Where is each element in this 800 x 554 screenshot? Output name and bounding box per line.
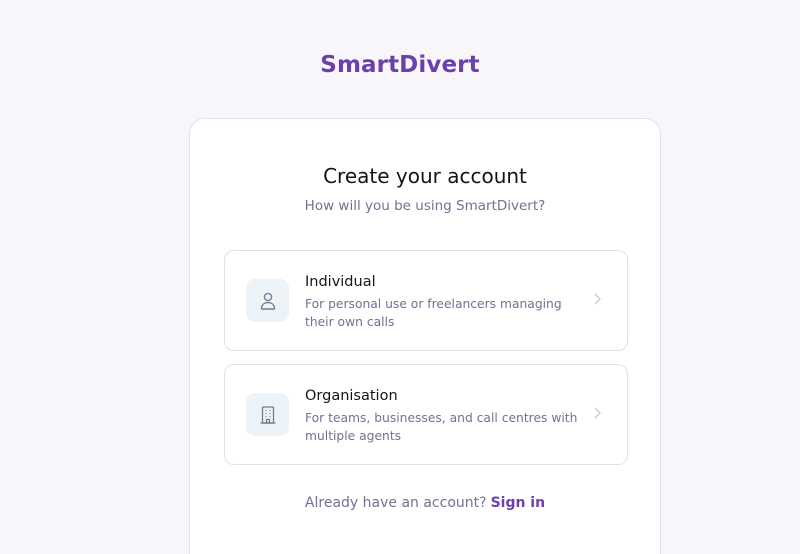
signup-card: Create your account How will you be usin… [189, 118, 661, 554]
sign-in-link[interactable]: Sign in [491, 495, 546, 511]
chevron-right-icon [594, 293, 602, 305]
signup-page: SmartDivert Create your account How will… [0, 0, 800, 554]
sign-in-prompt: Already have an account? Sign in [190, 495, 660, 511]
page-title: Create your account [323, 164, 527, 188]
account-type-organisation[interactable]: Organisation For teams, businesses, and … [224, 364, 628, 465]
option-title: Individual [305, 274, 376, 290]
sign-in-prompt-text: Already have an account? [304, 495, 487, 511]
option-description: For teams, businesses, and call centres … [305, 411, 578, 443]
option-title: Organisation [305, 388, 398, 404]
option-description: For personal use or freelancers managing… [305, 297, 562, 329]
building-icon [246, 393, 289, 436]
account-type-individual[interactable]: Individual For personal use or freelance… [224, 250, 628, 351]
chevron-right-icon [594, 407, 602, 419]
person-icon [246, 279, 289, 322]
brand-logo: SmartDivert [320, 52, 480, 78]
page-subtitle: How will you be using SmartDivert? [304, 198, 546, 214]
